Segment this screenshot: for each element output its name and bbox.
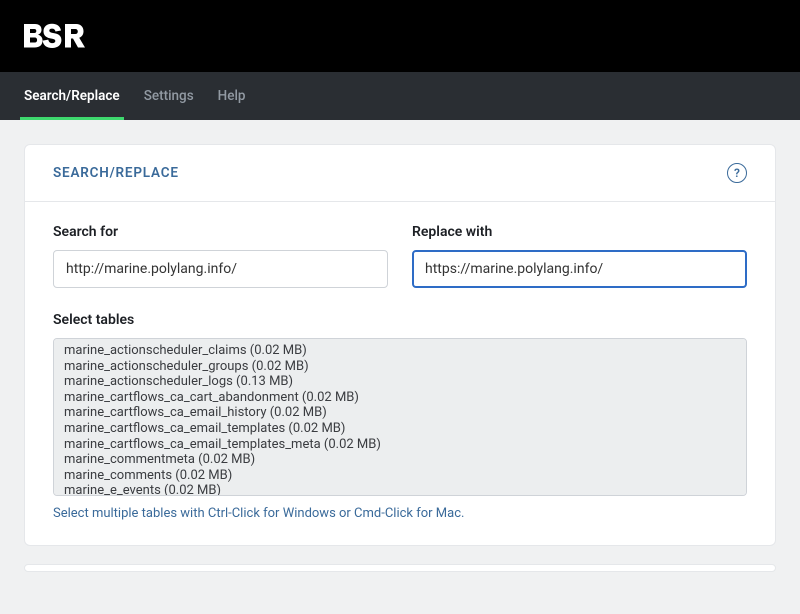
- search-for-field: Search for: [53, 224, 388, 288]
- table-option[interactable]: marine_e_events (0.02 MB): [54, 483, 746, 496]
- select-tables-hint: Select multiple tables with Ctrl-Click f…: [53, 506, 747, 521]
- input-row: Search for Replace with: [53, 224, 747, 288]
- tab-settings[interactable]: Settings: [132, 72, 206, 120]
- table-option[interactable]: marine_actionscheduler_logs (0.13 MB): [54, 374, 746, 390]
- search-for-label: Search for: [53, 224, 388, 240]
- help-icon[interactable]: ?: [727, 163, 747, 183]
- select-tables-list[interactable]: marine_actionscheduler_claims (0.02 MB)m…: [53, 338, 747, 496]
- replace-with-input[interactable]: [412, 250, 747, 288]
- table-option[interactable]: marine_cartflows_ca_cart_abandonment (0.…: [54, 390, 746, 406]
- replace-with-label: Replace with: [412, 224, 747, 240]
- search-for-input[interactable]: [53, 250, 388, 288]
- search-replace-card: SEARCH/REPLACE ? Search for Replace with…: [24, 144, 776, 546]
- top-bar: [0, 0, 800, 72]
- card-body: Search for Replace with Select tables ma…: [25, 202, 775, 545]
- tab-bar: Search/Replace Settings Help: [0, 72, 800, 120]
- table-option[interactable]: marine_comments (0.02 MB): [54, 468, 746, 484]
- select-tables-field: Select tables marine_actionscheduler_cla…: [53, 312, 747, 521]
- replace-with-field: Replace with: [412, 224, 747, 288]
- table-option[interactable]: marine_cartflows_ca_email_history (0.02 …: [54, 405, 746, 421]
- tab-search-replace[interactable]: Search/Replace: [12, 72, 132, 120]
- table-option[interactable]: marine_cartflows_ca_email_templates_meta…: [54, 437, 746, 453]
- table-option[interactable]: marine_actionscheduler_groups (0.02 MB): [54, 359, 746, 375]
- page-content: SEARCH/REPLACE ? Search for Replace with…: [0, 120, 800, 614]
- table-option[interactable]: marine_actionscheduler_claims (0.02 MB): [54, 343, 746, 359]
- select-tables-label: Select tables: [53, 312, 747, 328]
- card-header: SEARCH/REPLACE ?: [25, 145, 775, 202]
- brand-logo: [24, 22, 89, 50]
- next-card: [24, 564, 776, 572]
- table-option[interactable]: marine_cartflows_ca_email_templates (0.0…: [54, 421, 746, 437]
- table-option[interactable]: marine_commentmeta (0.02 MB): [54, 452, 746, 468]
- card-title: SEARCH/REPLACE: [53, 165, 179, 181]
- tab-help[interactable]: Help: [206, 72, 258, 120]
